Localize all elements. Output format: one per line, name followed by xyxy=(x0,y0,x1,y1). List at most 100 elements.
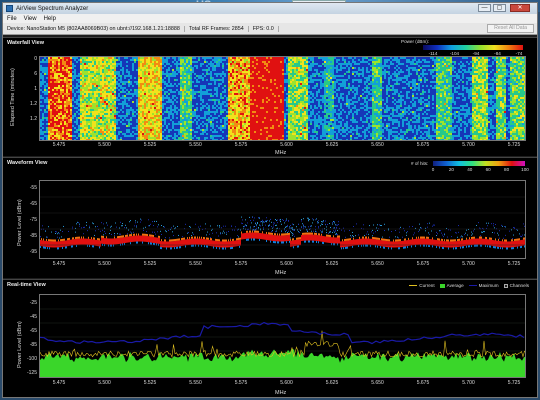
waterfall-cell xyxy=(152,109,154,111)
waterfall-cell xyxy=(236,93,238,95)
waterfall-cell xyxy=(204,89,206,91)
waterfall-cell xyxy=(246,139,248,140)
waterfall-cell xyxy=(140,79,142,81)
waterfall-cell xyxy=(140,85,142,87)
close-button[interactable]: ✕ xyxy=(510,4,530,12)
waterfall-cell xyxy=(224,87,226,89)
waterfall-cell xyxy=(260,91,262,93)
waterfall-cell xyxy=(204,125,206,127)
waterfall-cell xyxy=(96,125,98,127)
waterfall-cell xyxy=(238,117,240,119)
waterfall-cell xyxy=(56,111,58,113)
waterfall-cell xyxy=(124,103,126,105)
waterfall-cell xyxy=(174,65,176,67)
waterfall-cell xyxy=(208,119,210,121)
waterfall-cell xyxy=(86,93,88,95)
waterfall-cell xyxy=(44,121,46,123)
waterfall-cell xyxy=(66,63,68,65)
waterfall-cell xyxy=(88,97,90,99)
waterfall-cell xyxy=(202,125,204,127)
waterfall-cell xyxy=(196,107,198,109)
waterfall-cell xyxy=(74,87,76,89)
waterfall-cell xyxy=(170,101,172,103)
waterfall-cell xyxy=(256,101,258,103)
waterfall-cell xyxy=(188,93,190,95)
waterfall-cell xyxy=(88,105,90,107)
waterfall-cell xyxy=(230,61,232,63)
waterfall-cell xyxy=(140,95,142,97)
waterfall-cell xyxy=(260,87,262,89)
waterfall-cell xyxy=(154,99,156,101)
waterfall-cell xyxy=(182,67,184,69)
waterfall-cell xyxy=(94,59,96,61)
waterfall-cell xyxy=(94,65,96,67)
waterfall-cell xyxy=(208,99,210,101)
waterfall-cell xyxy=(122,91,124,93)
waterfall-cell xyxy=(76,125,78,127)
waterfall-cell xyxy=(48,75,50,77)
menu-file[interactable]: File xyxy=(7,16,17,22)
waterfall-cell xyxy=(240,137,242,139)
waterfall-cell xyxy=(44,127,46,129)
waterfall-cell xyxy=(98,113,100,115)
waterfall-cell xyxy=(224,73,226,75)
waterfall-cell xyxy=(252,113,254,115)
waterfall-cell xyxy=(212,63,214,65)
waterfall-cell xyxy=(240,59,242,61)
waterfall-cell xyxy=(174,123,176,125)
waterfall-cell xyxy=(112,61,114,63)
waterfall-cell xyxy=(94,105,96,107)
waterfall-cell xyxy=(44,57,46,59)
minimize-button[interactable]: — xyxy=(478,4,491,12)
waterfall-cell xyxy=(172,101,174,103)
waterfall-cell xyxy=(234,135,236,137)
waterfall-cell xyxy=(104,117,106,119)
waterfall-cell xyxy=(268,125,270,127)
waterfall-cell xyxy=(134,67,136,69)
waterfall-cell xyxy=(178,95,180,97)
menu-view[interactable]: View xyxy=(24,16,37,22)
waterfall-cell xyxy=(218,129,220,131)
waterfall-cell xyxy=(88,127,90,129)
waterfall-cell xyxy=(124,127,126,129)
y-tick-label: 6 xyxy=(34,71,37,77)
waterfall-cell xyxy=(78,95,80,97)
waterfall-cell xyxy=(262,99,264,101)
waterfall-cell xyxy=(268,113,270,115)
waterfall-cell xyxy=(70,89,72,91)
waterfall-cell xyxy=(104,123,106,125)
waterfall-cell xyxy=(124,73,126,75)
waterfall-cell xyxy=(130,101,132,103)
waterfall-cell xyxy=(162,71,164,73)
waterfall-cell xyxy=(96,101,98,103)
reset-all-data-button[interactable]: Reset All Data xyxy=(487,24,534,33)
waterfall-cell xyxy=(112,131,114,133)
waterfall-cell xyxy=(44,129,46,131)
waterfall-cell xyxy=(60,85,62,87)
waterfall-cell xyxy=(168,109,170,111)
maximize-button[interactable]: ▢ xyxy=(493,4,506,12)
waterfall-cell xyxy=(220,87,222,89)
waterfall-cell xyxy=(46,57,48,59)
waterfall-cell xyxy=(80,107,82,109)
waterfall-cell xyxy=(206,133,208,135)
waterfall-cell xyxy=(90,89,92,91)
waterfall-cell xyxy=(124,95,126,97)
menu-help[interactable]: Help xyxy=(44,16,56,22)
waterfall-cell xyxy=(236,131,238,133)
waterfall-cell xyxy=(110,89,112,91)
waterfall-cell xyxy=(104,101,106,103)
waterfall-plot[interactable] xyxy=(39,56,526,141)
waterfall-cell xyxy=(132,121,134,123)
waterfall-cell xyxy=(66,119,68,121)
waterfall-cell xyxy=(156,103,158,105)
waterfall-cell xyxy=(132,83,134,85)
waterfall-cell xyxy=(182,137,184,139)
waterfall-cell xyxy=(218,109,220,111)
waterfall-cell xyxy=(228,59,230,61)
waterfall-cell xyxy=(186,111,188,113)
waterfall-cell xyxy=(198,131,200,133)
waterfall-cell xyxy=(186,139,188,140)
waterfall-cell xyxy=(246,81,248,83)
waterfall-cell xyxy=(140,123,142,125)
